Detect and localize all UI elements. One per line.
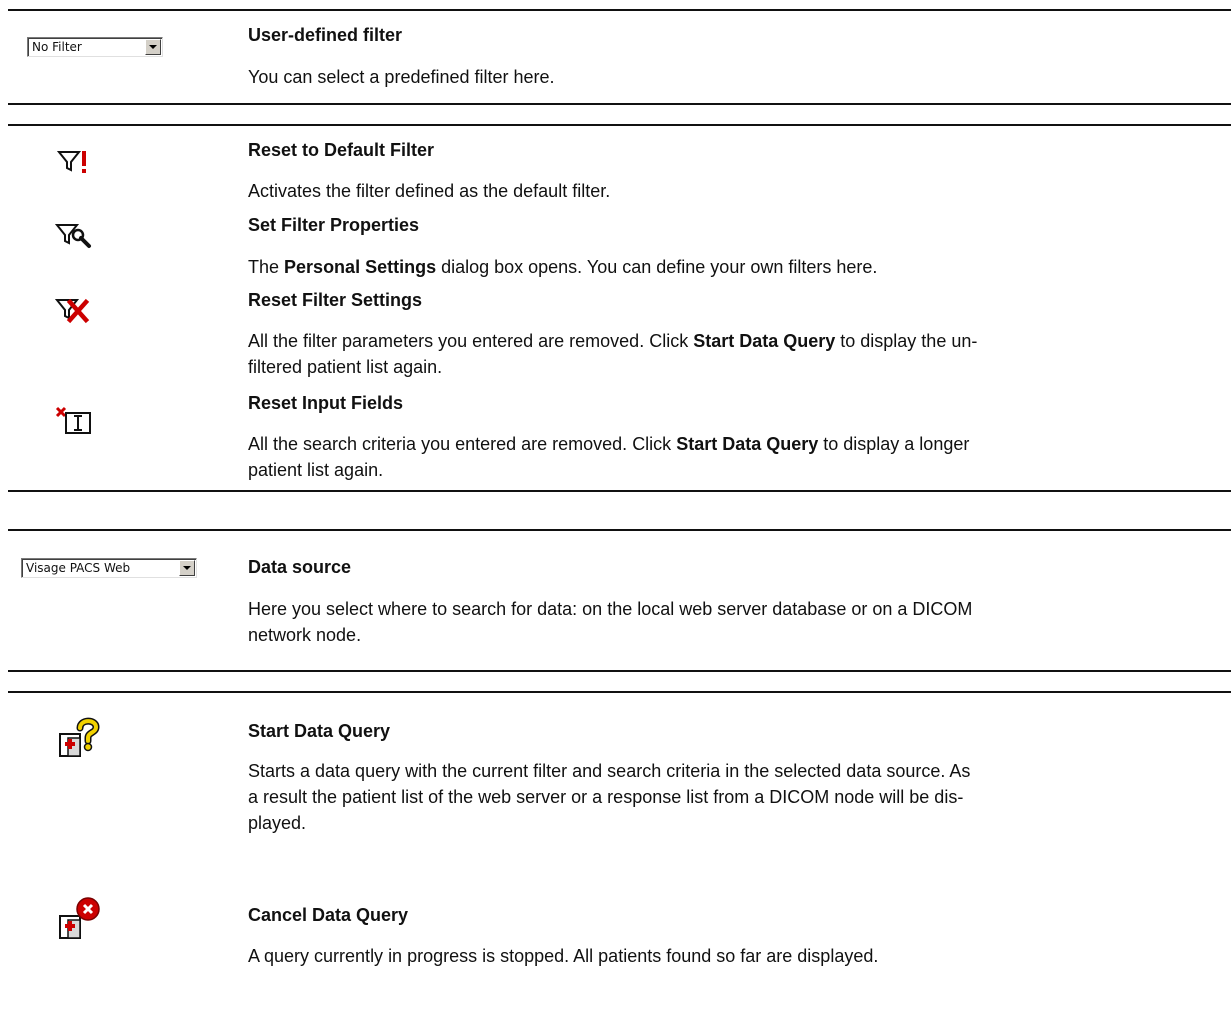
start-query-desc: Starts a data query with the current fil… bbox=[248, 758, 1213, 836]
cancel-query-title: Cancel Data Query bbox=[248, 905, 409, 925]
start-query-desc-line2: a result the patient list of the web ser… bbox=[248, 787, 964, 807]
data-source-desc: Here you select where to search for data… bbox=[248, 596, 1213, 648]
reset-default-title: Reset to Default Filter bbox=[248, 140, 435, 160]
reset-filter-desc-line1-suffix: to display the un- bbox=[835, 331, 978, 351]
reset-input-desc-line2: patient list again. bbox=[248, 460, 384, 480]
start-query-desc-line1: Starts a data query with the current fil… bbox=[248, 761, 971, 781]
chevron-down-icon[interactable] bbox=[145, 39, 161, 55]
data-source-select-value: Visage PACS Web bbox=[26, 561, 131, 575]
reset-filter-desc: All the filter parameters you entered ar… bbox=[248, 328, 1213, 380]
input-field-red-x-icon[interactable] bbox=[55, 404, 93, 436]
reset-input-desc-line1-suffix: to display a longer bbox=[818, 434, 970, 454]
divider bbox=[8, 529, 1231, 531]
reset-input-title: Reset Input Fields bbox=[248, 393, 404, 413]
user-filter-select-value: No Filter bbox=[32, 40, 82, 54]
divider bbox=[8, 124, 1231, 126]
reset-input-desc-bold: Start Data Query bbox=[676, 434, 819, 454]
patient-query-cancel-icon[interactable] bbox=[56, 896, 104, 942]
divider bbox=[8, 490, 1231, 492]
patient-query-question-icon[interactable] bbox=[56, 716, 102, 758]
user-filter-title: User-defined filter bbox=[248, 25, 403, 45]
set-props-title: Set Filter Properties bbox=[248, 215, 420, 235]
divider bbox=[8, 670, 1231, 672]
reset-filter-desc-bold: Start Data Query bbox=[693, 331, 836, 351]
reset-default-desc: Activates the filter defined as the defa… bbox=[248, 181, 611, 201]
user-filter-select[interactable]: No Filter bbox=[27, 37, 163, 57]
chevron-down-icon[interactable] bbox=[179, 560, 195, 576]
data-source-desc-line2: network node. bbox=[248, 625, 362, 645]
set-props-desc: The Personal Settings dialog box opens. … bbox=[248, 254, 1213, 280]
divider bbox=[8, 103, 1231, 105]
data-source-select[interactable]: Visage PACS Web bbox=[21, 558, 197, 578]
filter-red-x-icon[interactable] bbox=[55, 296, 91, 326]
filter-exclamation-icon[interactable] bbox=[57, 148, 91, 178]
divider bbox=[8, 691, 1231, 693]
cancel-query-desc: A query currently in progress is stopped… bbox=[248, 946, 879, 966]
set-props-desc-suffix: dialog box opens. You can define your ow… bbox=[436, 257, 878, 277]
user-filter-desc: You can select a predefined filter here. bbox=[248, 67, 555, 87]
start-query-title: Start Data Query bbox=[248, 721, 391, 741]
set-props-desc-bold: Personal Settings bbox=[284, 257, 437, 277]
data-source-desc-line1: Here you select where to search for data… bbox=[248, 599, 973, 619]
reset-filter-desc-line2: filtered patient list again. bbox=[248, 357, 443, 377]
filter-wrench-icon[interactable] bbox=[55, 221, 93, 251]
set-props-desc-prefix: The bbox=[248, 257, 285, 277]
reset-filter-title: Reset Filter Settings bbox=[248, 290, 423, 310]
data-source-title: Data source bbox=[248, 557, 352, 577]
divider bbox=[8, 9, 1231, 11]
start-query-desc-line3: played. bbox=[248, 813, 307, 833]
reset-input-desc-prefix: All the search criteria you entered are … bbox=[248, 434, 677, 454]
reset-input-desc: All the search criteria you entered are … bbox=[248, 431, 1213, 483]
reset-filter-desc-prefix: All the filter parameters you entered ar… bbox=[248, 331, 694, 351]
